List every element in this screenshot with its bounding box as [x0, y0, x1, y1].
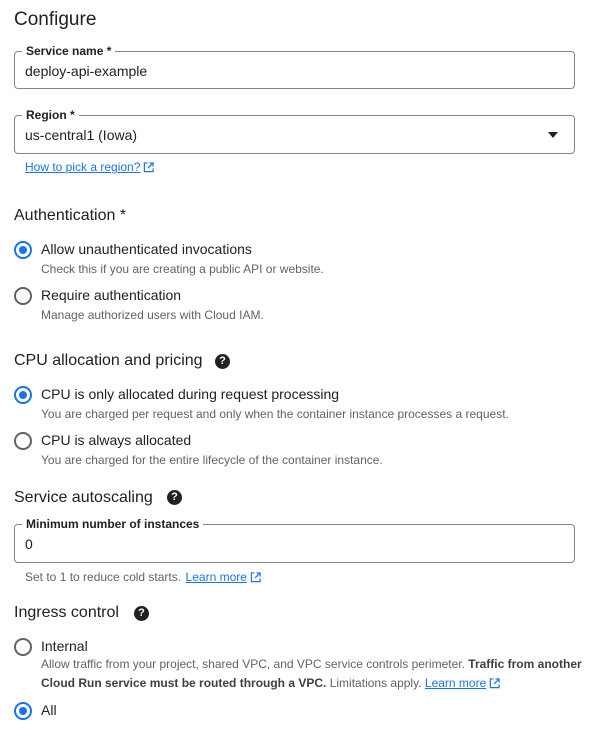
- min-instances-input[interactable]: 0: [25, 525, 33, 564]
- chevron-down-icon[interactable]: [548, 132, 558, 138]
- region-help-link-wrap: How to pick a region?: [25, 158, 155, 178]
- ingress-heading: Ingress control: [14, 604, 119, 621]
- min-instances-hint-text: Set to 1 to reduce cold starts.: [25, 570, 182, 584]
- help-icon[interactable]: ?: [134, 606, 149, 621]
- open-in-new-icon: [489, 676, 500, 695]
- region-select[interactable]: Region * us-central1 (Iowa): [14, 107, 575, 154]
- cpu-request-only-radio[interactable]: [14, 386, 32, 404]
- autoscaling-learn-more-link[interactable]: Learn more: [186, 570, 247, 584]
- require-authentication-label[interactable]: Require authentication: [41, 287, 181, 303]
- service-name-input[interactable]: deploy-api-example: [25, 52, 147, 90]
- min-instances-hint: Set to 1 to reduce cold starts. Learn mo…: [25, 568, 261, 588]
- allow-unauthenticated-label[interactable]: Allow unauthenticated invocations: [41, 241, 252, 257]
- cpu-always-allocated-label[interactable]: CPU is always allocated: [41, 432, 191, 448]
- cpu-always-allocated-description: You are charged for the entire lifecycle…: [41, 453, 383, 467]
- ingress-internal-label[interactable]: Internal: [41, 638, 88, 654]
- ingress-learn-more-link[interactable]: Learn more: [425, 676, 486, 690]
- cpu-request-only-description: You are charged per request and only whe…: [41, 407, 509, 421]
- help-icon[interactable]: ?: [215, 354, 230, 369]
- ingress-internal-desc-bold-1: Traffic from: [468, 657, 535, 671]
- allow-unauthenticated-radio[interactable]: [14, 241, 32, 259]
- open-in-new-icon: [250, 570, 261, 588]
- ingress-internal-radio[interactable]: [14, 638, 32, 656]
- ingress-all-radio[interactable]: [14, 702, 32, 720]
- autoscaling-heading: Service autoscaling: [14, 489, 153, 506]
- require-authentication-radio[interactable]: [14, 287, 32, 305]
- min-instances-field[interactable]: Minimum number of instances 0: [14, 516, 575, 564]
- ingress-internal-description: Allow traffic from your project, shared …: [41, 655, 591, 695]
- authentication-heading: Authentication *: [14, 207, 127, 224]
- require-authentication-description: Manage authorized users with Cloud IAM.: [41, 308, 264, 322]
- cpu-always-allocated-radio[interactable]: [14, 432, 32, 450]
- allow-unauthenticated-description: Check this if you are creating a public …: [41, 262, 324, 276]
- help-icon[interactable]: ?: [167, 490, 182, 505]
- page-title: Configure: [14, 9, 97, 30]
- ingress-internal-desc-limitations: Limitations apply.: [329, 676, 422, 690]
- how-to-pick-region-link[interactable]: How to pick a region?: [25, 160, 140, 174]
- service-name-field[interactable]: Service name * deploy-api-example: [14, 43, 575, 90]
- min-instances-label: Minimum number of instances: [22, 516, 204, 532]
- cpu-allocation-heading: CPU allocation and pricing: [14, 352, 203, 369]
- cpu-request-only-label[interactable]: CPU is only allocated during request pro…: [41, 386, 339, 402]
- ingress-internal-desc-text: Allow traffic from your project, shared …: [41, 657, 465, 671]
- open-in-new-icon: [143, 160, 155, 178]
- ingress-all-label[interactable]: All: [41, 702, 57, 718]
- region-value: us-central1 (Iowa): [25, 127, 138, 143]
